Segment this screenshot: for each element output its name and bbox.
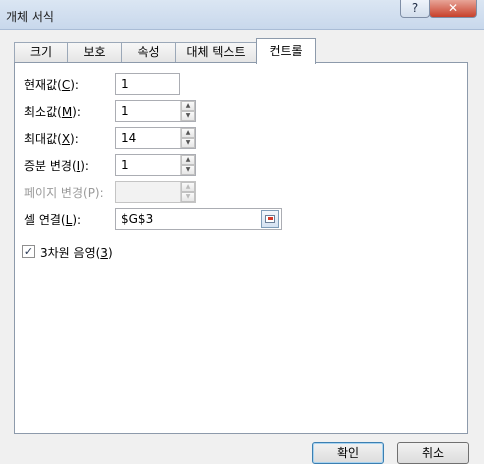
increment-label: 증분 변경(I): (24, 159, 89, 173)
shading-3d-checkbox[interactable]: ✓ (22, 245, 35, 258)
window-title: 개체 서식 (6, 10, 54, 24)
spin-down-arrow-icon: ▼ (181, 192, 195, 202)
spin-down-arrow-icon[interactable]: ▼ (181, 165, 195, 175)
max-value-spinner[interactable]: 14 ▲ ▼ (115, 127, 196, 149)
shading-3d-label: 3차원 음영(3) (40, 246, 113, 260)
min-value-label: 최소값(M): (24, 105, 81, 119)
increment-spinner[interactable]: 1 ▲ ▼ (115, 154, 196, 176)
spin-up-arrow-icon[interactable]: ▲ (181, 155, 195, 165)
min-value-spinner[interactable]: 1 ▲ ▼ (115, 100, 196, 122)
max-value-label: 최대값(X): (24, 132, 79, 146)
increment-spin-buttons: ▲ ▼ (180, 155, 195, 175)
spin-up-arrow-icon[interactable]: ▲ (181, 128, 195, 138)
spin-down-arrow-icon[interactable]: ▼ (181, 111, 195, 121)
tab-properties[interactable]: 속성 (121, 42, 176, 63)
page-change-spin-buttons: ▲ ▼ (180, 182, 195, 202)
cell-link-label: 셀 연결(L): (24, 213, 82, 227)
max-value-spin-buttons: ▲ ▼ (180, 128, 195, 148)
tab-control[interactable]: 컨트롤 (256, 38, 316, 64)
help-button[interactable]: ? (400, 0, 430, 18)
spin-up-arrow-icon: ▲ (181, 182, 195, 192)
title-bar: 개체 서식 ? ✕ (0, 0, 484, 30)
spin-up-arrow-icon[interactable]: ▲ (181, 101, 195, 111)
spin-down-arrow-icon[interactable]: ▼ (181, 138, 195, 148)
cell-link-input[interactable]: $G$3 (115, 208, 282, 230)
close-button[interactable]: ✕ (429, 0, 477, 18)
tab-protection[interactable]: 보호 (67, 42, 122, 63)
range-select-icon[interactable] (261, 210, 279, 228)
current-value-input[interactable]: 1 (115, 73, 180, 95)
page-change-label: 페이지 변경(P): (24, 186, 104, 200)
tab-alt-text[interactable]: 대체 텍스트 (175, 42, 257, 63)
current-value-label: 현재값(C): (24, 78, 79, 92)
page-change-spinner: ▲ ▼ (115, 181, 196, 203)
tab-size[interactable]: 크기 (14, 42, 68, 63)
min-value-spin-buttons: ▲ ▼ (180, 101, 195, 121)
